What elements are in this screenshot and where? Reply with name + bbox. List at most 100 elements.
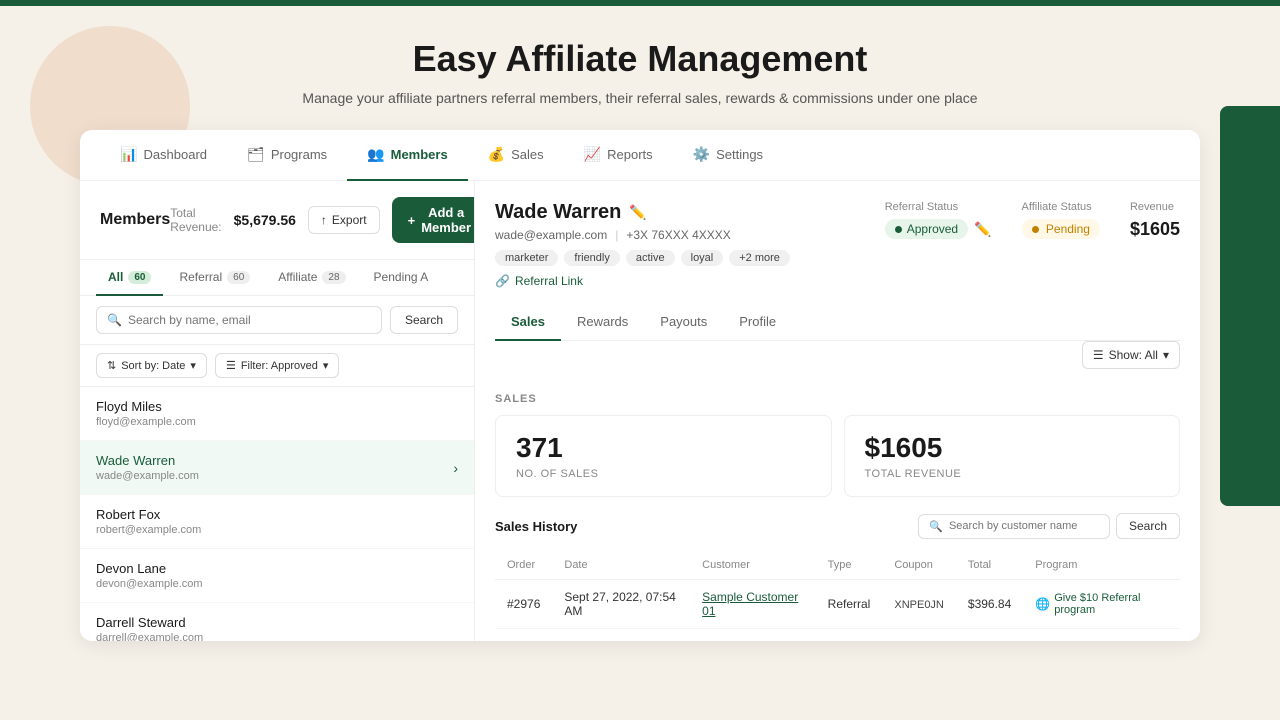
search-button[interactable]: Search — [390, 306, 458, 334]
nav-item-reports[interactable]: 📈 Reports — [564, 130, 673, 181]
left-panel: Members Total Revenue: $5,679.56 ↑ Expor… — [80, 181, 475, 641]
filter-chevron-icon: ▾ — [323, 359, 329, 372]
tag-more[interactable]: +2 more — [729, 250, 790, 266]
customer-link[interactable]: Sample Customer 01 — [702, 590, 798, 618]
total-cell: $546.52 — [956, 629, 1023, 642]
sub-tab-sales[interactable]: Sales — [495, 304, 561, 341]
sub-tab-rewards[interactable]: Rewards — [561, 304, 644, 341]
reports-icon: 📈 — [584, 146, 601, 163]
referral-status-edit-icon[interactable]: ✏️ — [974, 221, 991, 238]
filter-row: ⇅ Sort by: Date ▾ ☰ Filter: Approved ▾ — [80, 345, 474, 387]
date-cell: Sept 27, 2022, 07:54 AM — [552, 580, 690, 629]
col-order: Order — [495, 551, 552, 580]
settings-icon: ⚙️ — [693, 146, 710, 163]
sales-history-header: Sales History 🔍 Search — [495, 513, 1180, 539]
total-revenue-value: $5,679.56 — [234, 212, 296, 228]
affiliate-status-label: Affiliate Status — [1022, 201, 1100, 213]
content-area: Members Total Revenue: $5,679.56 ↑ Expor… — [80, 181, 1200, 641]
hero-title: Easy Affiliate Management — [0, 38, 1280, 80]
customer-search-button[interactable]: Search — [1116, 513, 1180, 539]
nav-item-sales[interactable]: 💰 Sales — [468, 130, 564, 181]
referral-status-col: Referral Status Approved ✏️ — [885, 201, 992, 239]
revenue-value: $1605 — [1130, 219, 1180, 240]
detail-name-row: Wade Warren ✏️ — [495, 201, 790, 224]
tag-active: active — [626, 250, 675, 266]
search-input[interactable] — [128, 313, 371, 327]
stats-row: 371 NO. OF SALES $1605 TOTAL REVENUE — [495, 415, 1180, 497]
customer-search-input[interactable] — [949, 520, 1099, 532]
tab-pending[interactable]: Pending A — [362, 260, 441, 296]
export-button[interactable]: ↑ Export — [308, 206, 380, 234]
members-icon: 👥 — [367, 146, 384, 163]
member-list: Floyd Miles floyd@example.com Wade Warre… — [80, 387, 474, 641]
table-header: Order Date Customer Type Coupon Total Pr… — [495, 551, 1180, 580]
show-all-button[interactable]: ☰ Show: All ▾ — [1082, 341, 1180, 369]
customer-cell: Sample Customer 01 — [690, 580, 816, 629]
revenue-label: Revenue — [1130, 201, 1180, 213]
tab-all[interactable]: All 60 — [96, 260, 163, 296]
order-cell: #2976 — [495, 580, 552, 629]
sort-button[interactable]: ⇅ Sort by: Date ▾ — [96, 353, 207, 378]
tag-loyal: loyal — [681, 250, 724, 266]
col-customer: Customer — [690, 551, 816, 580]
table-row: #2976 Sept 27, 2022, 07:54 AM Sample Cus… — [495, 580, 1180, 629]
sales-history-title: Sales History — [495, 519, 577, 534]
main-nav: 📊 Dashboard 🗂 Programs 👥 Members 💰 Sales… — [80, 130, 1200, 181]
member-email: wade@example.com — [96, 470, 199, 482]
edit-icon[interactable]: ✏️ — [629, 204, 646, 221]
add-member-button[interactable]: + Add a Member — [392, 197, 475, 243]
filter-icon: ☰ — [226, 359, 236, 372]
table-body: #2976 Sept 27, 2022, 07:54 AM Sample Cus… — [495, 580, 1180, 642]
detail-tags: marketer friendly active loyal +2 more — [495, 250, 790, 266]
pending-dot — [1032, 226, 1039, 233]
member-item-robert[interactable]: Robert Fox robert@example.com — [80, 495, 474, 549]
member-email: floyd@example.com — [96, 416, 196, 428]
tab-affiliate[interactable]: Affiliate 28 — [266, 260, 357, 296]
tab-referral[interactable]: Referral 60 — [167, 260, 262, 296]
member-name: Darrell Steward — [96, 615, 203, 630]
nav-item-dashboard[interactable]: 📊 Dashboard — [100, 130, 227, 181]
search-input-wrap: 🔍 — [96, 306, 382, 334]
member-name: Robert Fox — [96, 507, 201, 522]
detail-phone: +3X 76XXX 4XXXX — [626, 228, 730, 242]
coupon-cell: XNPE0JN — [882, 580, 956, 629]
show-chevron-icon: ▾ — [1163, 348, 1169, 362]
col-type: Type — [816, 551, 883, 580]
hero-section: Easy Affiliate Management Manage your af… — [0, 6, 1280, 130]
sort-chevron-icon: ▾ — [190, 359, 196, 372]
member-item-devon[interactable]: Devon Lane devon@example.com — [80, 549, 474, 603]
globe-icon: 🌐 — [1035, 597, 1050, 611]
nav-item-programs[interactable]: 🗂 Programs — [227, 130, 347, 181]
program-cell: 🌐 Give $10 Referral program — [1023, 629, 1180, 642]
date-cell: Sept 26, 2022, 09:25 PM — [552, 629, 690, 642]
referral-link[interactable]: 🔗 Referral Link — [495, 274, 790, 288]
program-link[interactable]: 🌐 Give $10 Referral program — [1035, 592, 1168, 616]
tag-marketer: marketer — [495, 250, 558, 266]
nav-item-members[interactable]: 👥 Members — [347, 130, 468, 181]
customer-search-input-wrap: 🔍 — [918, 514, 1110, 539]
tag-friendly: friendly — [564, 250, 619, 266]
member-item-darrell[interactable]: Darrell Steward darrell@example.com — [80, 603, 474, 641]
sub-tabs: Sales Rewards Payouts Profile — [495, 304, 1180, 341]
link-icon: 🔗 — [495, 274, 510, 288]
detail-header: Wade Warren ✏️ wade@example.com | +3X 76… — [495, 201, 1180, 288]
member-item-wade[interactable]: Wade Warren wade@example.com › — [80, 441, 474, 495]
detail-contact: wade@example.com | +3X 76XXX 4XXXX — [495, 228, 790, 242]
sales-table: Order Date Customer Type Coupon Total Pr… — [495, 551, 1180, 641]
total-revenue-label: TOTAL REVENUE — [865, 468, 1160, 480]
total-revenue-value: $1605 — [865, 432, 1160, 464]
coupon-badge: XNPE0JN — [894, 599, 944, 611]
hero-subtitle: Manage your affiliate partners referral … — [0, 90, 1280, 106]
sales-count-card: 371 NO. OF SALES — [495, 415, 832, 497]
search-bar: 🔍 Search — [80, 296, 474, 345]
customer-cell: Sample Customer 02 — [690, 629, 816, 642]
nav-item-settings[interactable]: ⚙️ Settings — [673, 130, 783, 181]
sub-tab-payouts[interactable]: Payouts — [644, 304, 723, 341]
sub-tab-profile[interactable]: Profile — [723, 304, 792, 341]
customer-search-icon: 🔍 — [929, 520, 943, 533]
add-icon: + — [408, 213, 416, 228]
sales-count-label: NO. OF SALES — [516, 468, 811, 480]
filter-button[interactable]: ☰ Filter: Approved ▾ — [215, 353, 339, 378]
member-item-floyd[interactable]: Floyd Miles floyd@example.com — [80, 387, 474, 441]
sales-icon: 💰 — [488, 146, 505, 163]
